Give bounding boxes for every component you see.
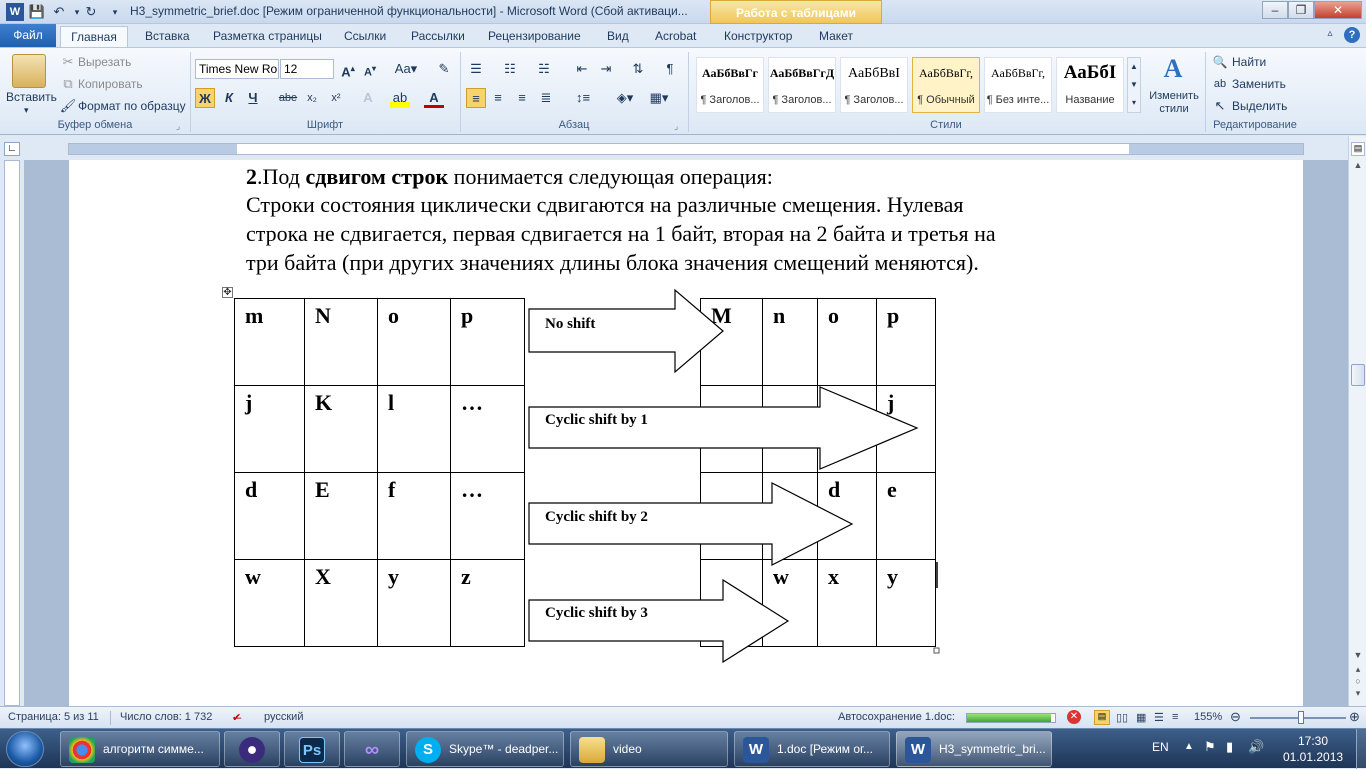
web-layout-icon[interactable]: ▦ [1136, 711, 1146, 724]
zoom-in-icon[interactable]: ⊕ [1349, 709, 1360, 725]
taskbar-chrome[interactable]: алгоритм симме... [60, 731, 220, 767]
status-bar: Страница: 5 из 11 Число слов: 1 732 ✔̶ р… [0, 706, 1366, 728]
taskbar-word-h3[interactable]: W H3_symmetric_bri... [896, 731, 1052, 767]
zoom-level[interactable]: 155% [1194, 711, 1222, 723]
taskbar-label: H3_symmetric_bri... [939, 742, 1046, 756]
page-count[interactable]: Страница: 5 из 11 [8, 711, 99, 723]
next-page-icon[interactable]: ▾ [1350, 688, 1366, 702]
taskbar-eclipse[interactable] [224, 731, 280, 767]
tray-expand-icon[interactable]: ▲ [1184, 741, 1194, 752]
full-screen-reading-icon[interactable]: ▯▯ [1116, 711, 1128, 724]
autosave-progress-fill [967, 714, 1051, 722]
cancel-autosave-icon[interactable]: ✕ [1067, 710, 1081, 724]
no-shift-label: No shift [545, 316, 596, 332]
scroll-down-icon[interactable]: ▼ [1350, 650, 1366, 664]
print-layout-icon[interactable]: ▤ [1094, 710, 1110, 725]
taskbar-label: Skype™ - deadper... [449, 742, 559, 756]
table-resize-handle[interactable] [933, 647, 940, 654]
scroll-thumb[interactable] [1351, 364, 1365, 386]
taskbar-label: алгоритм симме... [103, 742, 204, 756]
clock-time[interactable]: 17:30 [1298, 734, 1328, 748]
taskbar-skype[interactable]: S Skype™ - deadper... [406, 731, 564, 767]
autosave-progress [966, 713, 1056, 723]
draft-icon[interactable]: ≡ [1172, 711, 1178, 723]
word-icon: W [905, 737, 931, 763]
eclipse-icon [239, 737, 265, 763]
chrome-icon [69, 737, 95, 763]
shift-arrows-layer [528, 288, 940, 664]
status-divider [110, 711, 111, 725]
vertical-scrollbar[interactable]: ▤ ▲ ▼ ▴ ○ ▾ [1348, 136, 1366, 706]
taskbar-folder-video[interactable]: video [570, 731, 728, 767]
scroll-up-icon[interactable]: ▲ [1350, 160, 1366, 174]
taskbar: алгоритм симме... Ps ∞ S Skype™ - deadper… [0, 728, 1366, 769]
skype-icon: S [415, 737, 441, 763]
taskbar-label: video [613, 742, 642, 756]
autosave-label: Автосохранение 1.doc: [838, 711, 955, 723]
network-icon[interactable]: ▮ [1226, 739, 1233, 755]
show-desktop-button[interactable] [1356, 729, 1366, 769]
zoom-out-icon[interactable]: ⊖ [1230, 709, 1241, 725]
taskbar-label: 1.doc [Режим ог... [777, 742, 873, 756]
volume-icon[interactable]: 🔊 [1248, 739, 1264, 755]
taskbar-word-1doc[interactable]: W 1.doc [Режим ог... [734, 731, 890, 767]
taskbar-photoshop[interactable]: Ps [284, 731, 340, 767]
language-indicator[interactable]: русский [264, 711, 303, 723]
clock-date[interactable]: 01.01.2013 [1283, 750, 1343, 764]
photoshop-icon: Ps [299, 737, 325, 763]
cyclic-shift-3-label: Cyclic shift by 3 [545, 605, 648, 621]
folder-icon [579, 737, 605, 763]
cyclic-shift-2-label: Cyclic shift by 2 [545, 509, 648, 525]
input-language[interactable]: EN [1152, 740, 1169, 754]
word-icon: W [743, 737, 769, 763]
cyclic-shift-1-label: Cyclic shift by 1 [545, 412, 648, 428]
visual-studio-icon: ∞ [364, 739, 380, 761]
outline-icon[interactable]: ☰ [1154, 711, 1164, 724]
word-count[interactable]: Число слов: 1 732 [120, 711, 212, 723]
start-button[interactable] [6, 731, 44, 767]
proofing-icon[interactable]: ✔̶ [232, 711, 241, 724]
zoom-slider-thumb[interactable] [1298, 711, 1304, 724]
action-center-icon[interactable]: ⚑ [1204, 739, 1216, 755]
taskbar-visual-studio[interactable]: ∞ [344, 731, 400, 767]
ruler-toggle-icon[interactable]: ▤ [1351, 142, 1365, 156]
